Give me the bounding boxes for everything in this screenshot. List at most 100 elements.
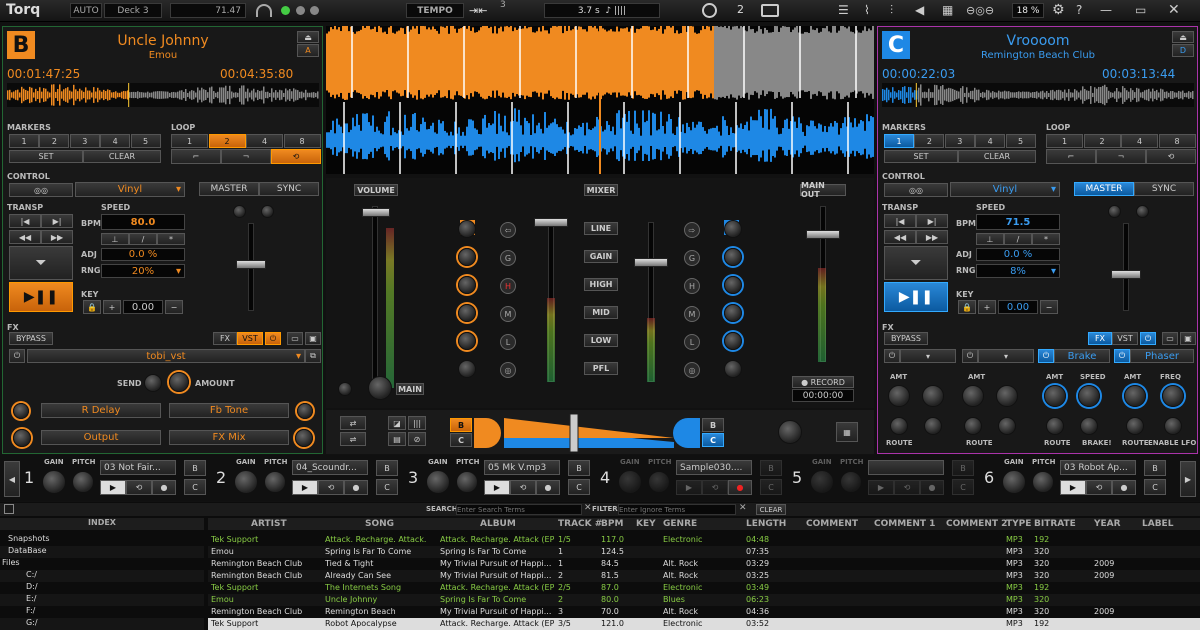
eq-icon[interactable]: ⫶ [890,3,893,18]
eq-kill-m[interactable]: M [500,306,516,322]
key-lock-icon[interactable]: 🔒 [958,300,976,314]
channel-c-knob[interactable] [724,248,742,266]
key-value[interactable]: 0.00 [998,300,1038,314]
sampler-assign-b[interactable]: B [376,460,398,476]
fx-param-knob[interactable] [996,385,1018,407]
curve-icon[interactable]: ▤ [388,432,406,446]
loop-length-display[interactable]: 3.7 s ♪ |||| [544,3,660,18]
column-header[interactable]: BPM [601,519,623,529]
control-select[interactable]: Vinyl ▾ [950,182,1060,197]
table-row[interactable]: Tek Support The Internets Song Attack. Rec… [208,582,1200,594]
main-volume-knob[interactable] [368,376,392,400]
column-header[interactable]: SONG [365,519,394,529]
sampler-pitch-knob[interactable] [72,471,94,493]
channel-fader-b[interactable] [534,218,568,227]
fx-button[interactable]: FX [213,332,237,345]
sampler-next-icon[interactable]: ▶ [1180,461,1196,497]
channel-select[interactable]: D [1172,44,1194,57]
overview-waveform[interactable] [7,83,319,107]
list-icon[interactable]: ☰ [838,3,849,17]
sampler-loop-icon[interactable]: ⟲ [126,480,152,495]
curve-icon[interactable]: ⊘ [408,432,426,446]
nudge-slash-button[interactable]: / [129,233,157,245]
channel-fader-c[interactable] [634,258,668,267]
table-row[interactable]: Emou Spring Is Far To Come Spring Is Far T… [208,546,1200,558]
sampler-play-button[interactable]: ▶ [868,480,894,495]
key-lock-icon[interactable]: 🔒 [83,300,101,314]
clock-icon[interactable] [702,3,717,18]
channel-c-knob[interactable] [724,304,742,322]
column-header[interactable]: TYPE [1006,519,1031,529]
param-knob[interactable] [297,403,313,419]
param-knob[interactable] [295,429,313,447]
range-select[interactable]: 20% ▾ [101,264,185,278]
table-row[interactable]: Remington Beach Club Remington Beach My Tr… [208,606,1200,618]
camera-icon[interactable] [761,4,779,17]
pitch-fader[interactable] [236,260,266,269]
key-minus-button[interactable]: − [165,300,183,314]
column-header[interactable]: BITRATE [1034,519,1076,529]
nudge-up-button[interactable]: * [157,233,185,245]
vst-window-icon[interactable]: ⧉ [305,349,321,363]
sampler-file-select[interactable]: 03 Robot Ap... [1060,460,1136,475]
fx-route-knob[interactable] [1164,417,1182,435]
column-header[interactable]: COMMENT 1 [874,519,935,529]
folder-icon[interactable]: ▭ [1162,332,1178,345]
eq-kill-g[interactable]: G [500,250,516,266]
sampler-play-button[interactable]: ▶ [292,480,318,495]
sampler-record-icon[interactable]: ● [152,480,176,495]
xfader-assign-c2[interactable]: C [702,433,724,447]
keyboard-icon[interactable]: ▦ [836,422,858,442]
xfader-assign-b[interactable]: B [450,418,472,432]
sampler-gain-knob[interactable] [810,470,834,494]
table-row[interactable]: Remington Beach Club Already Can See My Tr… [208,570,1200,582]
fx-param-knob[interactable] [922,385,944,407]
vst-button[interactable]: VST [1112,332,1138,345]
fx-param-knob[interactable] [1078,385,1100,407]
maximize-icon[interactable]: ▭ [1135,3,1146,17]
sampler-gain-knob[interactable] [234,470,258,494]
fx-route-knob[interactable] [964,417,982,435]
marker-button[interactable]: 4 [100,134,131,148]
channel-b-knob[interactable] [458,304,476,322]
tree-item[interactable]: DataBase [0,546,204,558]
sampler-pitch-knob[interactable] [840,471,862,493]
send-knob[interactable] [144,374,162,392]
curve-icon[interactable]: ◪ [388,416,406,430]
param-output[interactable]: Output [41,430,161,445]
deck-select[interactable]: Deck 3 [104,3,162,18]
sampler-assign-c[interactable]: C [184,479,206,495]
mixer-row-gain[interactable]: GAIN [584,250,618,263]
pitch-bend-up-icon[interactable] [1136,205,1149,218]
sampler-gain-knob[interactable] [618,470,642,494]
sampler-gain-knob[interactable] [1002,470,1026,494]
control-select[interactable]: Vinyl ▾ [75,182,185,197]
tree-item[interactable]: Snapshots [0,534,204,546]
sampler-loop-icon[interactable]: ⟲ [702,480,728,495]
sampler-file-select[interactable]: 03 Not Fair... [100,460,176,475]
loop-length-button[interactable]: 1 [171,134,208,148]
layout-icon[interactable]: ▦ [942,3,953,17]
loop-out-button[interactable]: ¬ [221,149,271,164]
key-minus-button[interactable]: − [1040,300,1058,314]
sampler-assign-c[interactable]: C [952,479,974,495]
channel-select[interactable]: A [297,44,319,57]
next-button[interactable]: ▶| [916,214,948,228]
help-icon[interactable]: ? [1076,3,1082,17]
mixer-row-pfl[interactable]: PFL [584,362,618,375]
fx-slot-select[interactable]: ▾ [978,349,1034,363]
table-row[interactable]: Tek Support Robot Apocalypse Attack. Recha… [208,618,1200,630]
sampler-record-icon[interactable]: ● [920,480,944,495]
cue-icon[interactable]: ◎ [500,362,516,378]
tree-item[interactable]: C:/ [0,570,204,582]
power-icon[interactable]: ⏻ [1140,332,1156,345]
control-mode-icon[interactable]: ◎◎ [884,183,948,197]
save-icon[interactable]: ▣ [305,332,321,345]
sampler-record-icon[interactable]: ● [728,480,752,495]
tree-item[interactable]: Files [0,558,204,570]
marker-button[interactable]: 3 [69,134,100,148]
sampler-assign-c[interactable]: C [1144,479,1166,495]
param-knob[interactable] [13,403,29,419]
table-row[interactable]: Tek Support Attack. Recharge. Attack. Atta… [208,534,1200,546]
vst-button[interactable]: VST [237,332,263,345]
